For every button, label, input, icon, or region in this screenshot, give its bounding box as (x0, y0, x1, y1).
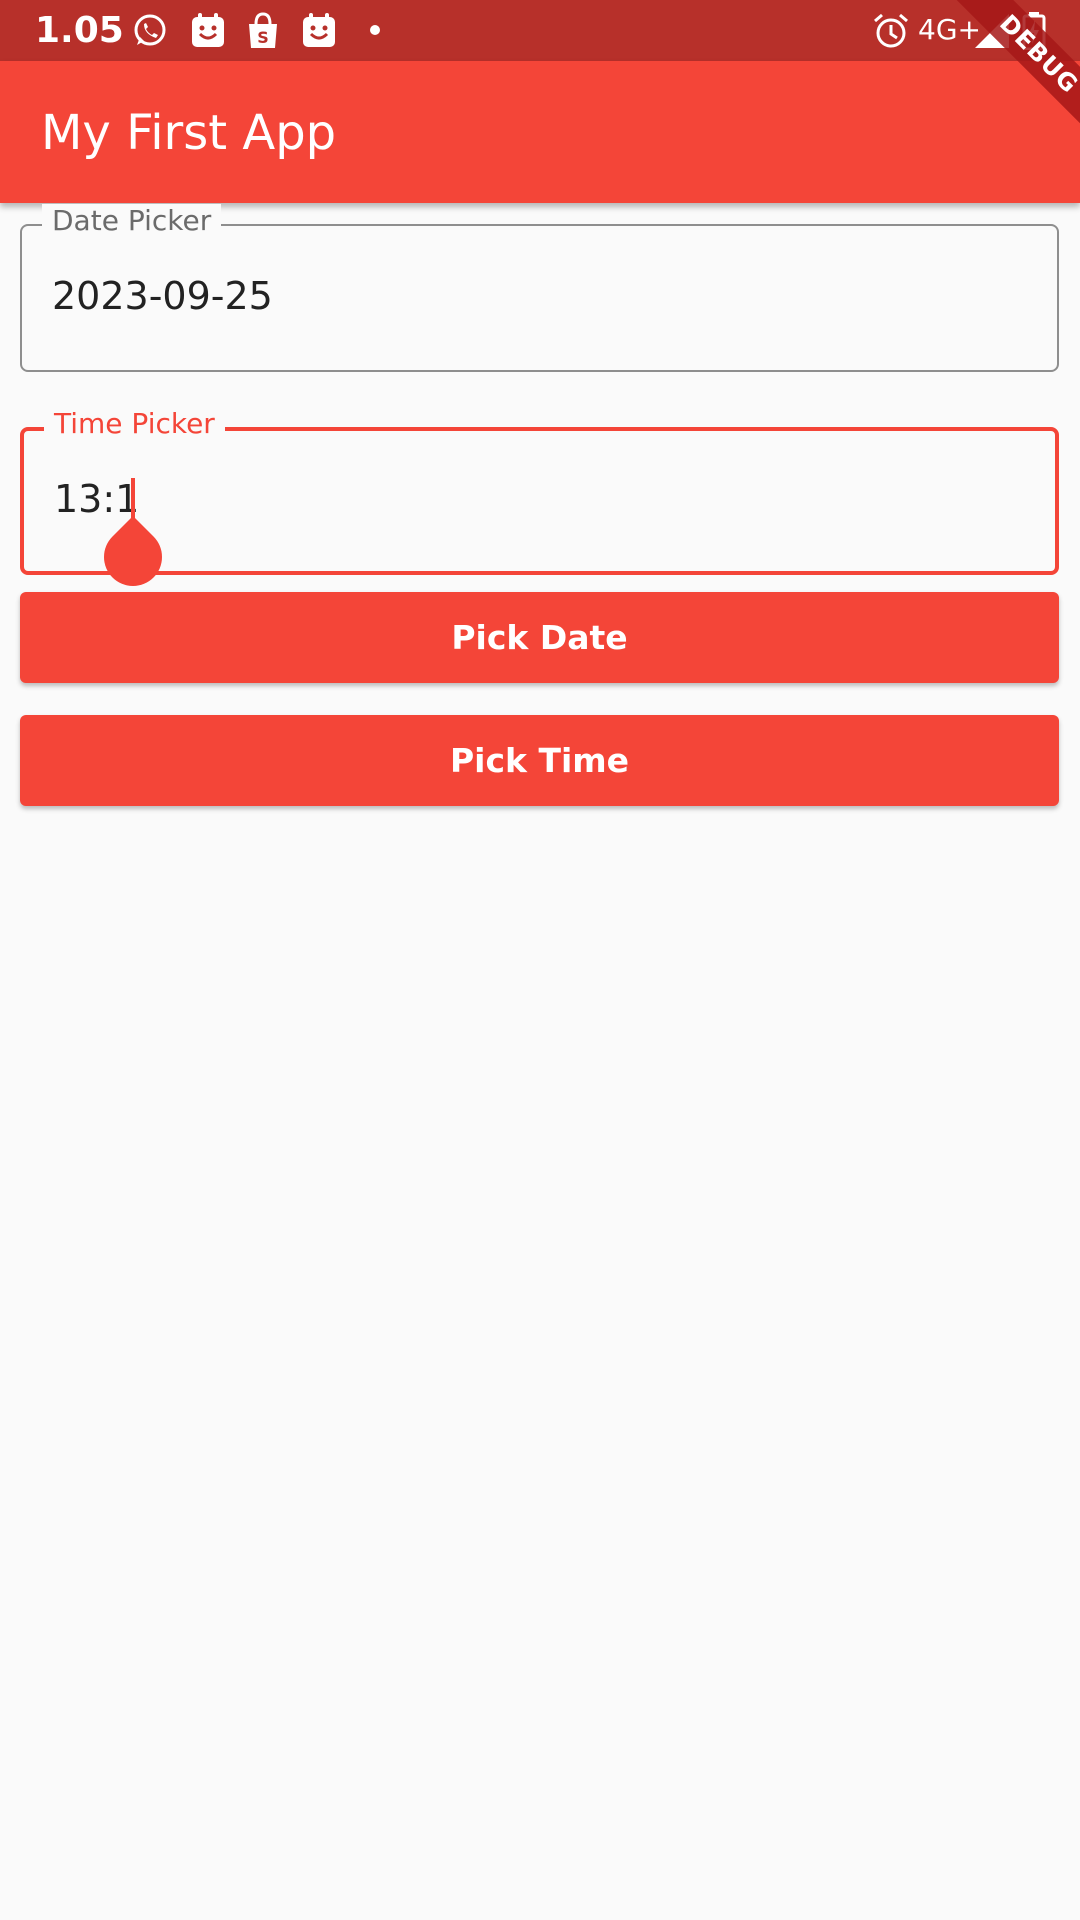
time-picker-label: Time Picker (44, 407, 225, 441)
pick-date-button[interactable]: Pick Date (20, 592, 1059, 683)
pick-time-button[interactable]: Pick Time (20, 715, 1059, 806)
battery-charging-icon (1022, 12, 1046, 50)
whatsapp-icon (134, 14, 166, 46)
date-picker-label: Date Picker (42, 204, 222, 238)
signal-icon (975, 14, 1009, 48)
network-type: 4G+ (918, 13, 981, 46)
date-picker-field[interactable]: Date Picker 2023-09-25 (20, 204, 1059, 372)
status-time: 1.05 (35, 10, 124, 51)
alarm-icon (874, 13, 908, 48)
calendar-icon (303, 13, 335, 47)
date-picker-value[interactable]: 2023-09-25 (52, 274, 273, 318)
app-title: My First App (41, 105, 337, 161)
shopping-bag-icon: S (249, 12, 277, 48)
time-picker-field[interactable]: Time Picker 13:1 (20, 407, 1059, 599)
status-bar: 1.05 S 4G+ (0, 0, 1080, 61)
calendar-icon (192, 13, 224, 47)
notification-dot-icon (370, 25, 380, 35)
svg-text:S: S (257, 28, 269, 47)
time-picker-value[interactable]: 13:1 (54, 477, 139, 521)
app-bar: My First App (0, 61, 1080, 203)
cursor-drag-handle[interactable] (91, 515, 175, 599)
